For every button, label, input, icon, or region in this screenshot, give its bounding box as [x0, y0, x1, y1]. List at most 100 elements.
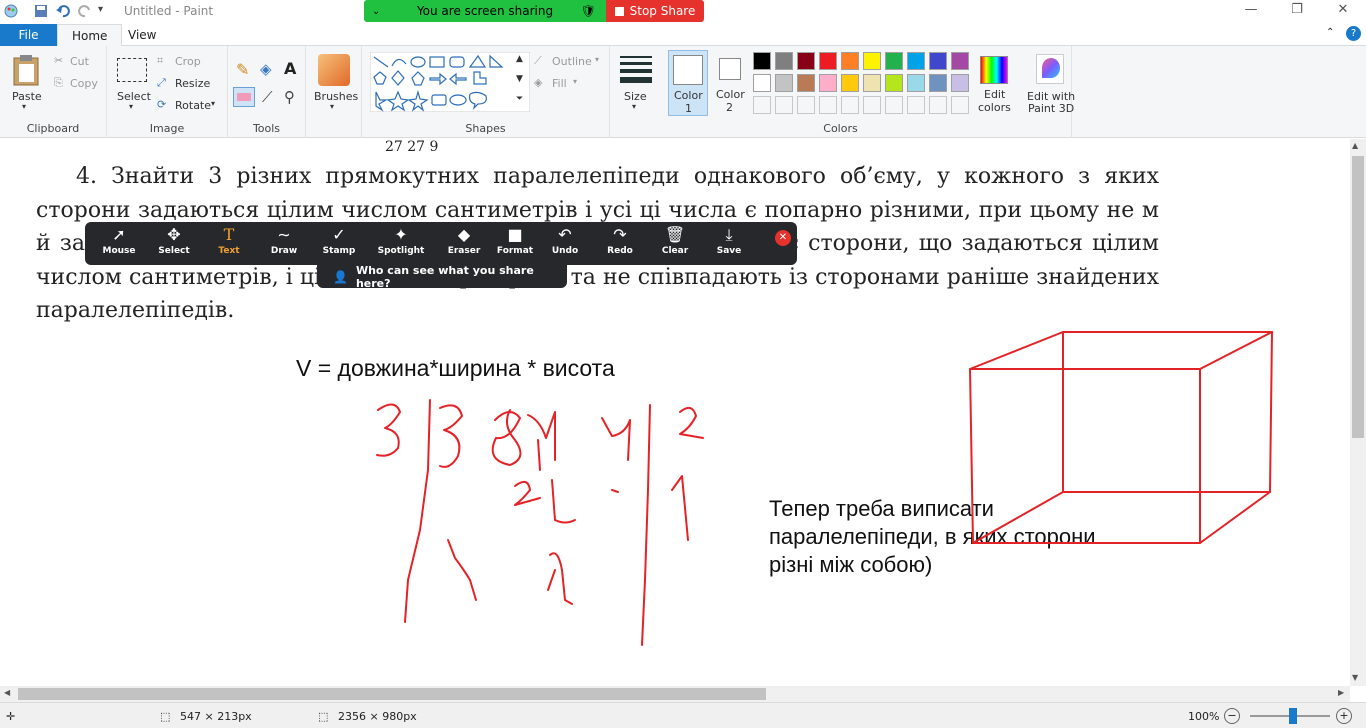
crop-button[interactable]: Crop — [175, 55, 201, 68]
color-swatch[interactable] — [797, 52, 815, 70]
empty-color-swatch[interactable] — [907, 96, 925, 114]
tab-view[interactable]: View — [114, 24, 170, 46]
stop-share-button[interactable]: Stop Share — [606, 0, 704, 22]
color-picker-icon[interactable]: ⟋ — [262, 88, 273, 106]
color-swatch[interactable] — [753, 52, 771, 70]
color-swatch[interactable] — [863, 74, 881, 92]
color-swatch[interactable] — [819, 52, 837, 70]
cut-button[interactable]: Cut — [70, 55, 89, 68]
close-toolbar-button[interactable]: ✕ — [775, 230, 791, 246]
minimize-button[interactable]: — — [1228, 2, 1274, 22]
eraser-icon[interactable] — [233, 87, 255, 107]
text-icon[interactable]: A — [284, 59, 296, 78]
empty-color-swatch[interactable] — [951, 96, 969, 114]
fill-bucket-icon[interactable]: ◈ — [260, 60, 272, 78]
brush-icon — [318, 54, 350, 86]
customize-quick-access-icon[interactable]: ▾ — [98, 4, 112, 18]
color-swatch[interactable] — [951, 74, 969, 92]
color2-number: 2 — [726, 101, 733, 114]
color1-label: Color — [674, 89, 703, 102]
empty-color-swatch[interactable] — [885, 96, 903, 114]
empty-color-swatch[interactable] — [775, 96, 793, 114]
undo-icon[interactable] — [56, 4, 70, 18]
paint3d-button[interactable]: Edit with Paint 3D — [1018, 46, 1082, 138]
empty-color-swatch[interactable] — [819, 96, 837, 114]
help-icon[interactable]: ? — [1346, 26, 1361, 41]
crop-icon: ⌗ — [157, 54, 164, 67]
zoom-out-button[interactable]: − — [1224, 708, 1240, 724]
toolbar-draw-button[interactable]: ∼ Draw — [258, 225, 310, 263]
rotate-button[interactable]: Rotate — [175, 99, 211, 112]
brushes-group[interactable]: Brushes ▾ — [306, 46, 362, 138]
close-button[interactable]: ✕ — [1320, 2, 1366, 22]
copy-button[interactable]: Copy — [70, 77, 98, 90]
color1-button[interactable]: Color 1 — [668, 50, 708, 116]
toolbar-redo-button[interactable]: ↷ Redo — [594, 225, 646, 263]
zoom-in-button[interactable]: + — [1336, 708, 1352, 724]
scroll-left-arrow[interactable]: ◀ — [4, 688, 10, 697]
color-swatch[interactable] — [797, 74, 815, 92]
toolbar-mouse-button[interactable]: ➚ Mouse — [93, 225, 145, 263]
maximize-button[interactable]: ❐ — [1274, 2, 1320, 22]
tab-home[interactable]: Home — [57, 24, 123, 47]
chevron-down-icon[interactable]: ⌄ — [372, 6, 380, 17]
scroll-up-icon[interactable]: ▲ — [516, 54, 523, 64]
color-swatch[interactable] — [841, 74, 859, 92]
pencil-icon[interactable]: ✎ — [236, 60, 249, 79]
toolbar-button-label: Draw — [270, 246, 298, 256]
empty-color-swatch[interactable] — [863, 96, 881, 114]
canvas-size: 2356 × 980px — [338, 710, 417, 723]
color-swatch[interactable] — [753, 74, 771, 92]
empty-color-swatch[interactable] — [753, 96, 771, 114]
color-swatch[interactable] — [907, 52, 925, 70]
empty-color-swatch[interactable] — [797, 96, 815, 114]
toolbar-eraser-button[interactable]: ◆ Eraser — [438, 225, 490, 263]
scroll-right-arrow[interactable]: ▶ — [1338, 688, 1344, 697]
redo-icon[interactable] — [78, 4, 92, 18]
toolbar-select-button[interactable]: ✥ Select — [148, 225, 200, 263]
toolbar-clear-button[interactable]: 🗑 Clear — [649, 225, 701, 263]
color-swatch[interactable] — [819, 74, 837, 92]
fill-button[interactable]: Fill — [552, 77, 567, 90]
expand-icon[interactable]: ⏷ — [516, 94, 523, 104]
resize-button[interactable]: Resize — [175, 77, 210, 90]
outline-button[interactable]: Outline — [552, 55, 592, 68]
color-swatch[interactable] — [841, 52, 859, 70]
tab-file[interactable]: File — [0, 24, 57, 46]
edit-colors-button[interactable]: Edit colors — [976, 50, 1016, 116]
color-swatch[interactable] — [775, 52, 793, 70]
toolbar-text-button[interactable]: T Text — [203, 225, 255, 263]
size-lines-icon — [620, 56, 652, 83]
toolbar-format-button[interactable]: ■ Format — [489, 225, 541, 263]
color-swatch[interactable] — [907, 74, 925, 92]
magnifier-icon[interactable]: ⚲ — [284, 88, 295, 106]
color-swatch[interactable] — [951, 52, 969, 70]
scroll-down-arrow[interactable]: ▼ — [1352, 673, 1358, 682]
who-can-see-link[interactable]: 👤 Who can see what you share here? — [317, 264, 567, 290]
select-button[interactable]: Select ▾ — [115, 52, 151, 112]
scroll-up-arrow[interactable]: ▲ — [1352, 141, 1358, 150]
empty-color-swatch[interactable] — [841, 96, 859, 114]
vertical-scroll-thumb[interactable] — [1352, 156, 1364, 438]
horizontal-scroll-thumb[interactable] — [18, 688, 766, 700]
toolbar-stamp-button[interactable]: ✓ Stamp — [313, 225, 365, 263]
toolbar-spotlight-button[interactable]: ✦ Spotlight — [375, 225, 427, 263]
empty-color-swatch[interactable] — [929, 96, 947, 114]
color-swatch[interactable] — [775, 74, 793, 92]
color-swatch[interactable] — [929, 74, 947, 92]
zoom-slider-thumb[interactable] — [1289, 708, 1297, 724]
save-icon[interactable] — [34, 4, 48, 18]
toolbar-save-button[interactable]: ⤓ Save — [703, 225, 755, 263]
toolbar-undo-button[interactable]: ↶ Undo — [539, 225, 591, 263]
color2-button[interactable]: Color 2 — [712, 50, 748, 116]
color-swatch[interactable] — [885, 74, 903, 92]
color-swatch[interactable] — [885, 52, 903, 70]
scroll-down-icon[interactable]: ▼ — [516, 74, 523, 84]
format-icon: ■ — [507, 225, 523, 244]
paste-button[interactable]: Paste ▾ — [8, 52, 44, 112]
color-swatch[interactable] — [863, 52, 881, 70]
help-icon[interactable]: ⌃ — [1326, 27, 1334, 38]
shapes-gallery[interactable] — [370, 52, 530, 112]
color-swatch[interactable] — [929, 52, 947, 70]
size-button[interactable]: Size ▾ — [618, 52, 654, 114]
